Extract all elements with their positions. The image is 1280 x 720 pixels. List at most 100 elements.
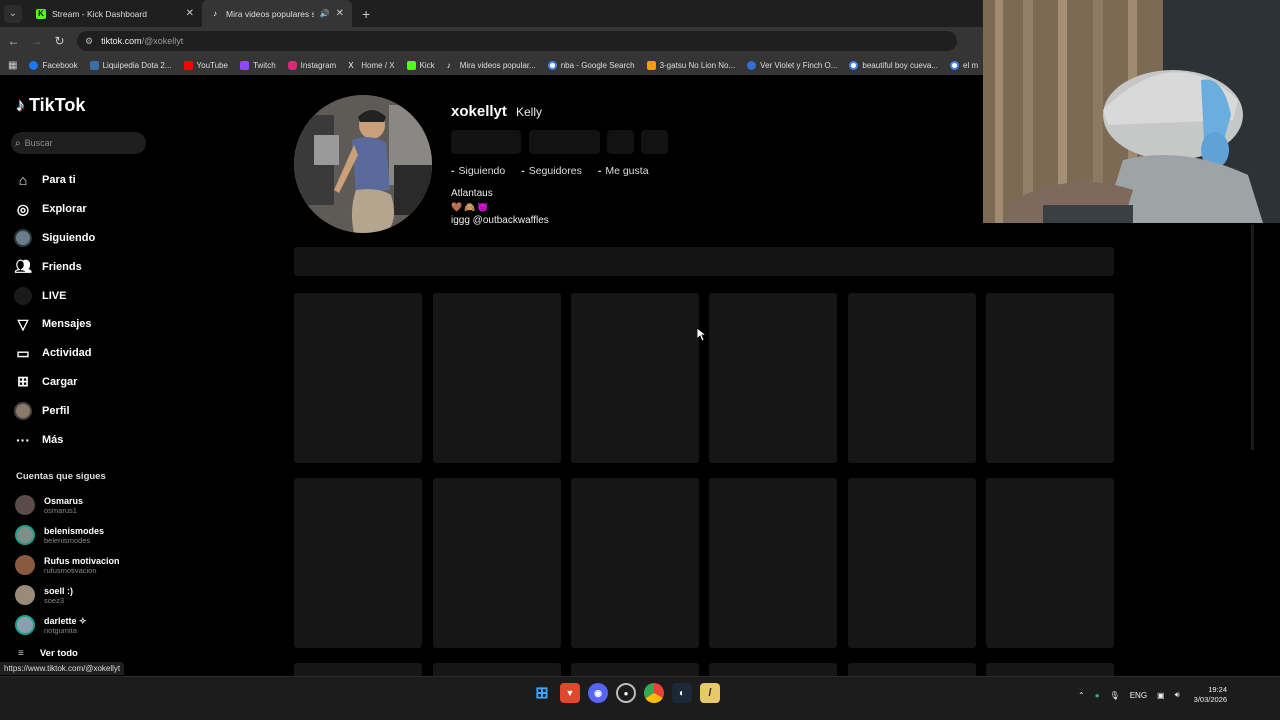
search-input[interactable]: ⌕ Buscar [11,132,146,154]
stat-followers[interactable]: - Seguidores [521,165,582,177]
nav-label: Friends [42,260,82,273]
chrome-icon[interactable] [644,683,664,703]
tiktok-logo[interactable]: ♪ TikTok [16,95,85,116]
following-item[interactable]: Osmarus osmarus1 [15,490,155,520]
profile-avatar[interactable] [294,95,432,233]
steam-icon[interactable]: ◐ [672,683,692,703]
video-thumbnail-skeleton[interactable] [294,293,422,463]
stat-label: Seguidores [528,165,582,177]
back-arrow-icon[interactable]: ← [2,34,25,48]
close-tab-icon[interactable]: ✕ [186,8,194,19]
site-info-icon[interactable]: ⚙ [85,36,93,47]
bookmark[interactable]: Liquipedia Dota 2... [89,60,172,70]
video-thumbnail-skeleton[interactable] [571,478,699,648]
see-all-label: Ver todo [39,648,78,659]
bookmark[interactable]: Ver Violet y Finch O... [747,60,837,70]
video-thumbnail-skeleton[interactable] [848,478,976,648]
reload-icon[interactable]: ↻ [48,34,71,48]
bookmark[interactable]: beautiful boy cueva... [849,60,938,70]
video-thumbnail-skeleton[interactable] [709,478,837,648]
taskbar-apps: ⊞ ▼ ◉ ● ◐ / [532,683,720,703]
browser-tab-kick[interactable]: K Stream - Kick Dashboard ✕ [28,0,202,27]
new-tab-plus-icon[interactable]: + [362,6,370,22]
profile-username: xokellyt [451,103,507,120]
status-bar-link: https://www.tiktok.com/@xokellyt [0,662,125,675]
logo-text: TikTok [29,95,86,115]
nav-item-perfil[interactable]: Perfil [14,396,154,425]
microphone-icon[interactable]: 🎙︎ [1110,691,1120,700]
see-all-button[interactable]: ≡ Ver todo [18,648,78,659]
more-button-skeleton [641,130,668,154]
volume-icon[interactable]: 🔊︎ [1175,690,1180,700]
chevron-up-icon[interactable]: ⌃ [1078,691,1085,700]
close-tab-icon[interactable]: ✕ [336,8,344,19]
stat-following[interactable]: - Siguiendo [451,165,505,177]
nav-item-explorar[interactable]: ◎ Explorar [14,195,154,224]
more-icon: ··· [16,431,30,448]
bookmark[interactable]: YouTube [183,60,228,70]
bookmark-label: Facebook [42,60,78,70]
video-thumbnail-skeleton[interactable] [986,478,1114,648]
avatar [15,585,35,605]
nav-item-siguiendo[interactable]: Siguiendo [14,224,154,253]
tab-search-chevron-icon[interactable]: ⌄ [4,4,22,23]
bookmark[interactable]: nba - Google Search [547,60,635,70]
nav-item-actividad[interactable]: ▭ Actividad [14,339,154,368]
following-item[interactable]: darlette ✧ notgumita [15,610,155,640]
dota-icon[interactable]: / [700,683,720,703]
url-bar[interactable]: ⚙ tiktok.com/@xokellyt [77,31,957,51]
video-thumbnail-skeleton[interactable] [986,293,1114,463]
bookmark[interactable]: 3-gatsu No Lion No... [646,60,735,70]
bookmark[interactable]: ♪ Mira videos popular... [447,61,536,70]
nav-label: Perfil [42,404,70,417]
nav-item-friends[interactable]: 👥︎ Friends [14,252,154,281]
forward-arrow-icon[interactable]: → [25,34,48,48]
video-thumbnail-skeleton[interactable] [571,293,699,463]
video-thumbnail-skeleton[interactable] [986,663,1114,676]
following-item[interactable]: soell :) soez3 [15,580,155,610]
video-thumbnail-skeleton[interactable] [709,293,837,463]
nav-label: LIVE [42,289,67,302]
following-item[interactable]: belenismodes belenismodes [15,520,155,550]
video-thumbnail-skeleton[interactable] [294,663,422,676]
video-thumbnail-skeleton[interactable] [848,663,976,676]
bookmark[interactable]: Facebook [29,60,78,70]
brave-icon[interactable]: ▼ [560,683,580,703]
nav-item-mas[interactable]: ··· Más [14,425,154,454]
bookmark[interactable]: Instagram [287,60,336,70]
discord-icon[interactable]: ◉ [588,683,608,703]
language-indicator[interactable]: ENG [1130,691,1147,700]
video-thumbnail-skeleton[interactable] [709,663,837,676]
windows-start-icon[interactable]: ⊞ [532,683,552,703]
bookmark[interactable]: Twitch [239,60,276,70]
nav-item-cargar[interactable]: ⊞ Cargar [14,368,154,397]
video-thumbnail-skeleton[interactable] [571,663,699,676]
youtube-icon [183,60,193,70]
bookmark-label: beautiful boy cueva... [862,60,938,70]
video-thumbnail-skeleton[interactable] [433,663,561,676]
video-thumbnail-skeleton[interactable] [848,293,976,463]
tray-app-icon[interactable]: ● [1095,691,1100,700]
obs-icon[interactable]: ● [616,683,636,703]
tab-title: Stream - Kick Dashboard [52,8,147,19]
network-icon[interactable]: ▣ [1157,691,1165,700]
bookmark[interactable]: el m [950,60,978,70]
bookmark[interactable]: X Home / X [348,61,394,70]
bookmark-label: Home / X [361,60,395,70]
following-item[interactable]: Rufus motivacion rufusmotivacion [15,550,155,580]
avatar [15,615,35,635]
video-thumbnail-skeleton[interactable] [433,293,561,463]
speaker-icon[interactable]: 🔊 [320,9,330,18]
site-icon [747,60,757,70]
nav-item-mensajes[interactable]: ▽ Mensajes [14,310,154,339]
page-scrollbar[interactable] [1251,225,1254,450]
nav-item-para-ti[interactable]: ⌂ Para ti [14,166,154,195]
apps-grid-icon[interactable]: ▦ [8,60,17,71]
browser-tab-tiktok[interactable]: ♪ Mira videos populares sele 🔊 ✕ [202,0,352,27]
nav-item-live[interactable]: LIVE [14,281,154,310]
video-thumbnail-skeleton[interactable] [294,478,422,648]
bookmark[interactable]: Kick [406,60,435,70]
clock[interactable]: 19:24 3/03/2026 [1194,685,1227,705]
activity-icon: ▭ [16,344,30,361]
video-thumbnail-skeleton[interactable] [433,478,561,648]
